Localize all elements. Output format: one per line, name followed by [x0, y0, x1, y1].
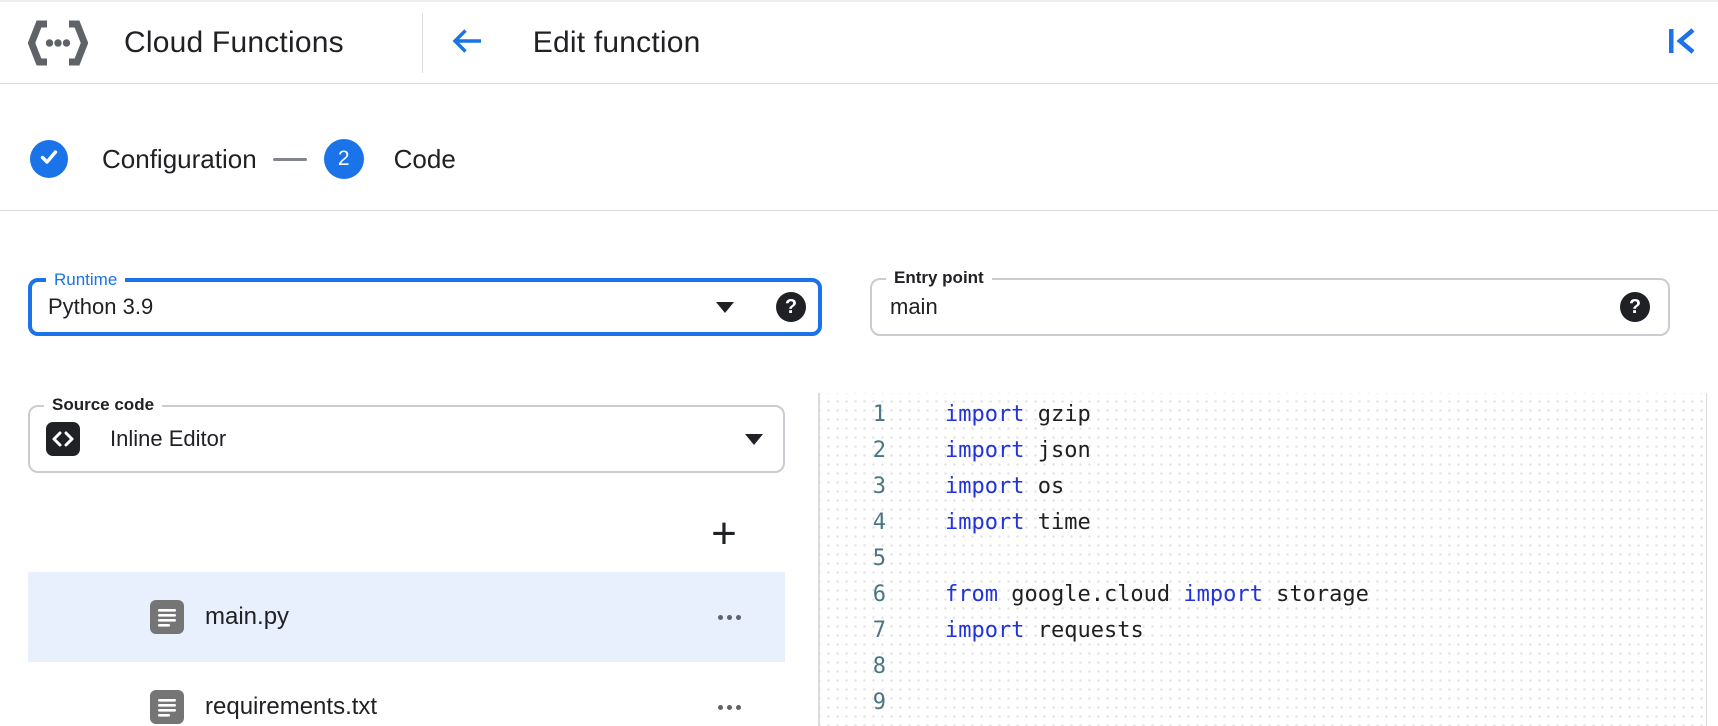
code-line[interactable]: 8 [820, 649, 1706, 685]
runtime-value: Python 3.9 [48, 294, 153, 320]
source-code-value: Inline Editor [110, 426, 226, 452]
code-line[interactable]: 2 import json [820, 433, 1706, 469]
step-configuration-complete-badge[interactable] [30, 140, 68, 178]
line-number: 1 [820, 397, 886, 433]
more-options-icon[interactable] [712, 699, 747, 716]
app-header: Cloud Functions Edit function [0, 0, 1718, 84]
cloud-functions-logo-icon [28, 19, 88, 67]
collapse-panel-icon [1666, 26, 1698, 59]
dropdown-arrow-icon [745, 434, 763, 445]
back-arrow-icon [450, 27, 484, 58]
file-name: main.py [205, 603, 289, 631]
file-name: requirements.txt [205, 693, 377, 721]
line-number: 6 [820, 577, 886, 613]
runtime-label: Runtime [46, 270, 125, 290]
code-line[interactable]: 6 from google.cloud import storage [820, 577, 1706, 613]
file-tree: main.py requirements.txt [28, 572, 785, 726]
page-title: Edit function [533, 26, 701, 60]
add-file-button[interactable]: + [700, 510, 748, 558]
code-line[interactable]: 5 [820, 541, 1706, 577]
back-button[interactable] [447, 26, 487, 60]
runtime-help-icon[interactable]: ? [776, 292, 806, 322]
step-code-number-badge[interactable]: 2 [324, 139, 364, 179]
dropdown-arrow-icon [716, 302, 734, 313]
product-title: Cloud Functions [124, 26, 344, 60]
file-icon [150, 600, 184, 634]
line-number: 4 [820, 505, 886, 541]
line-number: 2 [820, 433, 886, 469]
step-connector [273, 158, 307, 161]
section-divider [0, 210, 1718, 211]
check-icon [37, 145, 61, 174]
entry-point-value: main [890, 294, 938, 320]
code-text: import time [945, 510, 1091, 535]
stepper: Configuration 2 Code [30, 139, 456, 179]
file-icon [150, 690, 184, 724]
line-number: 8 [820, 649, 886, 685]
code-line[interactable]: 4 import time [820, 505, 1706, 541]
code-line[interactable]: 9 [820, 685, 1706, 721]
code-line[interactable]: 7 import requests [820, 613, 1706, 649]
code-line[interactable]: 3 import os [820, 469, 1706, 505]
line-number: 5 [820, 541, 886, 577]
more-options-icon[interactable] [712, 609, 747, 626]
step-code-label[interactable]: Code [394, 144, 456, 175]
header-divider [422, 13, 423, 73]
code-text: import gzip [945, 402, 1091, 427]
code-text: import requests [945, 618, 1144, 643]
code-text: import os [945, 474, 1064, 499]
runtime-select[interactable]: Runtime Python 3.9 ? [28, 278, 822, 336]
code-line[interactable]: 1 import gzip [820, 397, 1706, 433]
entry-point-label: Entry point [886, 268, 992, 288]
step-configuration-label[interactable]: Configuration [102, 144, 257, 175]
line-number: 7 [820, 613, 886, 649]
collapse-panel-button[interactable] [1664, 27, 1700, 59]
code-text: import json [945, 438, 1091, 463]
source-code-select[interactable]: Source code Inline Editor [28, 405, 785, 473]
line-number: 9 [820, 685, 886, 721]
line-number: 3 [820, 469, 886, 505]
entry-point-field[interactable]: Entry point main ? [870, 278, 1670, 336]
entry-point-help-icon[interactable]: ? [1620, 292, 1650, 322]
file-row[interactable]: main.py [28, 572, 785, 662]
code-text: from google.cloud import storage [945, 582, 1369, 607]
code-editor[interactable]: 1 import gzip 2 import json 3 import os 4 impor… [818, 393, 1707, 726]
source-code-label: Source code [44, 395, 162, 415]
edit-function-page: Cloud Functions Edit function [0, 0, 1718, 726]
inline-editor-icon [46, 422, 80, 456]
file-row[interactable]: requirements.txt [28, 662, 785, 726]
